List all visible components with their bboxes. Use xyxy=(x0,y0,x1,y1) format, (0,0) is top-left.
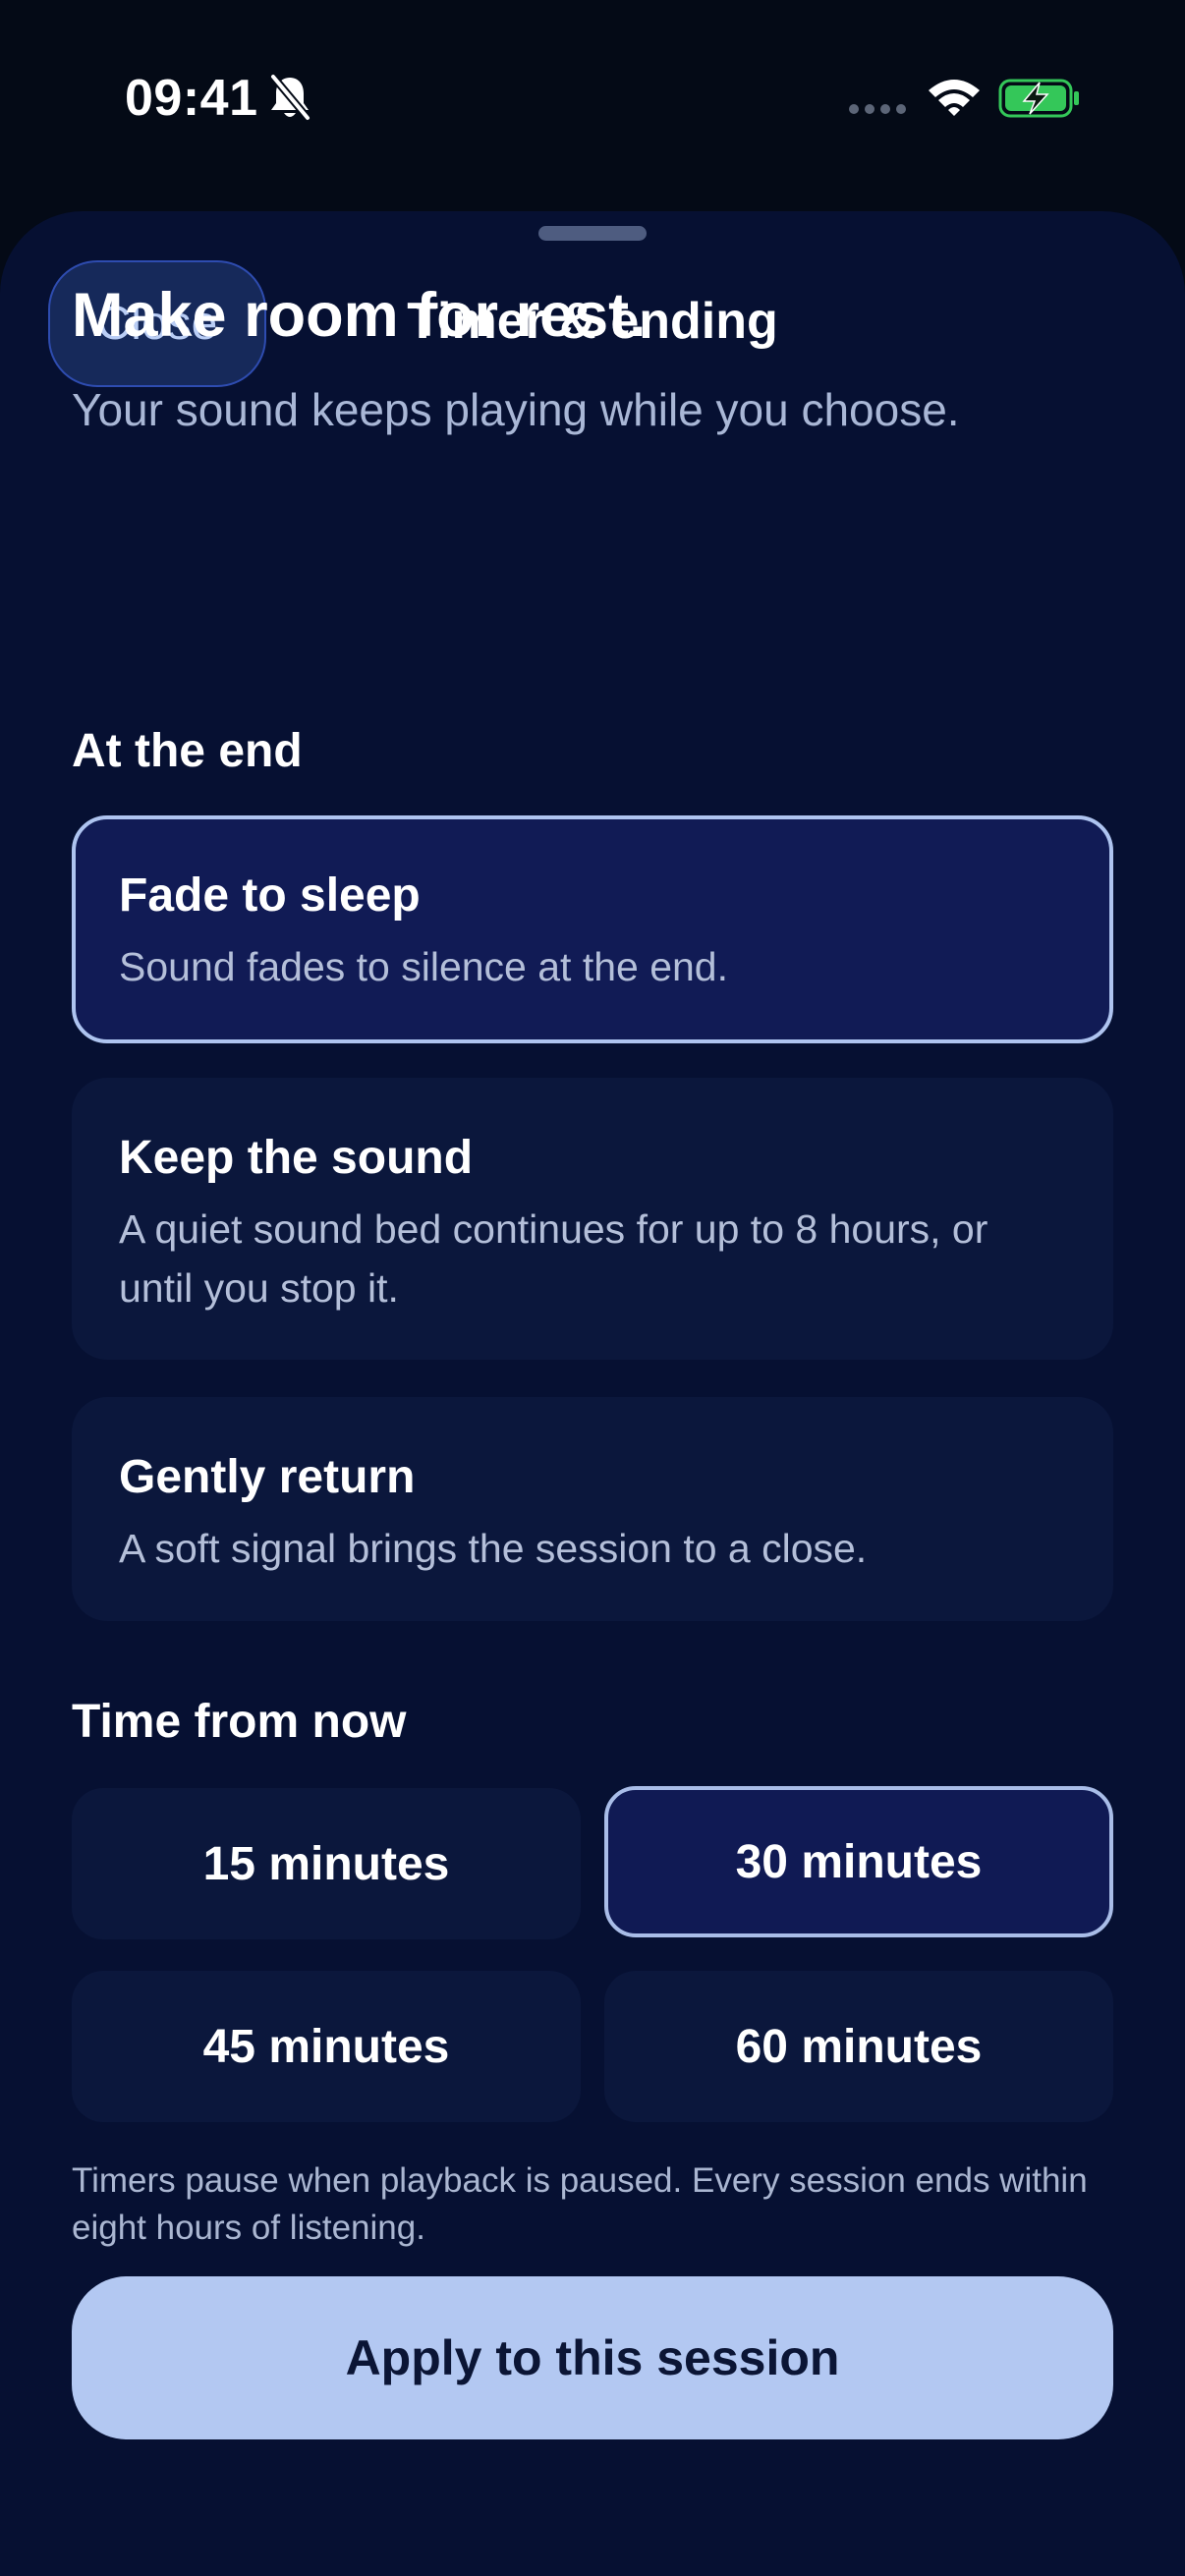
timer-footnote: Timers pause when playback is paused. Ev… xyxy=(72,2161,1088,2247)
apply-button[interactable]: Apply to this session xyxy=(72,2276,1113,2439)
duration-60-button[interactable]: 60 minutes xyxy=(604,1971,1113,2122)
screen: 09:41 Close Timer & ending Make room for… xyxy=(0,0,1185,2576)
duration-45-button[interactable]: 45 minutes xyxy=(72,1971,581,2122)
option-title: Fade to sleep xyxy=(119,869,421,922)
headline: Make room for rest. xyxy=(72,281,647,350)
bell-slash-icon xyxy=(269,73,311,122)
option-description: A soft signal brings the session to a cl… xyxy=(119,1526,868,1571)
ending-option-fade[interactable]: Fade to sleep Sound fades to silence at … xyxy=(72,815,1113,1043)
sheet-grabber[interactable] xyxy=(538,226,647,241)
option-description: Sound fades to silence at the end. xyxy=(119,944,729,989)
timer-section-label: Time from now xyxy=(72,1696,407,1748)
wifi-icon xyxy=(929,80,980,116)
cellular-signal-icon xyxy=(849,104,906,114)
status-bar: 09:41 xyxy=(0,0,1185,196)
ending-section-label: At the end xyxy=(72,725,303,777)
duration-30-button[interactable]: 30 minutes xyxy=(604,1786,1113,1937)
duration-15-button[interactable]: 15 minutes xyxy=(72,1788,581,1939)
subhead: Your sound keeps playing while you choos… xyxy=(72,384,960,435)
option-title: Keep the sound xyxy=(119,1132,474,1184)
ending-option-keep[interactable]: Keep the sound A quiet sound bed continu… xyxy=(72,1078,1113,1360)
option-title: Gently return xyxy=(119,1451,416,1503)
ending-option-return[interactable]: Gently return A soft signal brings the s… xyxy=(72,1397,1113,1621)
option-description: A quiet sound bed continues for up to 8 … xyxy=(119,1206,988,1311)
status-time: 09:41 xyxy=(125,70,258,127)
battery-charging-icon xyxy=(998,79,1079,118)
